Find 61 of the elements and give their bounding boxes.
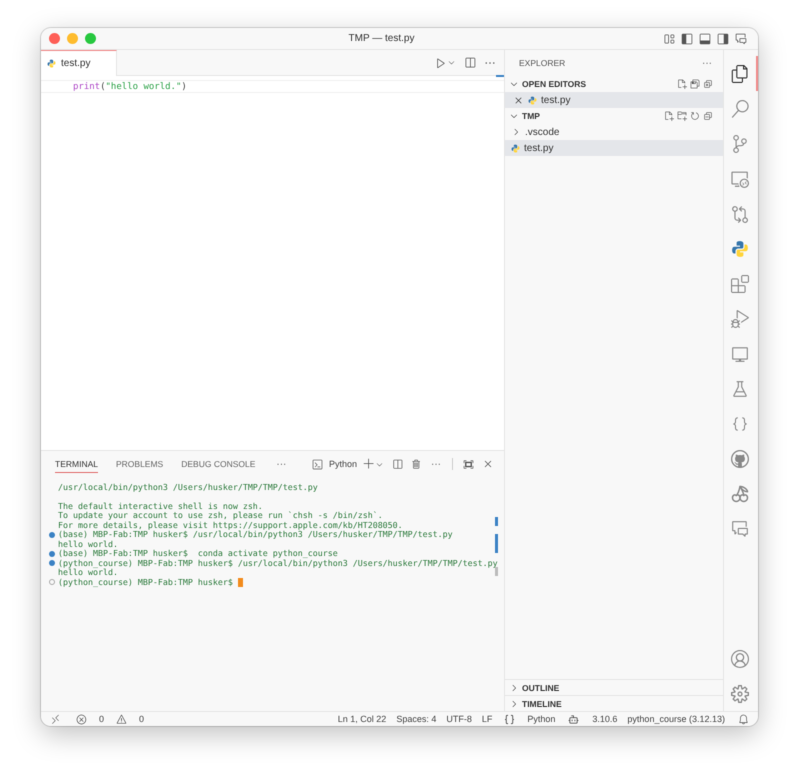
add-icon[interactable] bbox=[363, 458, 375, 470]
close-icon[interactable] bbox=[513, 94, 524, 106]
status-item[interactable]: UTF-8 bbox=[446, 714, 472, 724]
warning-icon[interactable] bbox=[116, 714, 128, 724]
close-all-icon[interactable] bbox=[703, 79, 713, 89]
more-actions-button[interactable]: ··· bbox=[699, 58, 715, 68]
trash-icon[interactable] bbox=[411, 458, 422, 470]
more-tabs-button[interactable]: ··· bbox=[273, 458, 290, 470]
terminal-line: The default interactive shell is now zsh. bbox=[58, 502, 263, 511]
split-terminal-icon[interactable] bbox=[392, 458, 403, 470]
file-tree-item[interactable]: .vscode bbox=[505, 124, 723, 140]
collapse-all-icon[interactable] bbox=[703, 111, 713, 121]
new-file-icon[interactable] bbox=[664, 111, 674, 121]
python-file-icon bbox=[528, 96, 537, 104]
status-item[interactable]: LF bbox=[482, 714, 492, 724]
terminal-line: (base) MBP-Fab:TMP husker$ conda activate python_course bbox=[58, 549, 338, 558]
terminal-line: hello world. bbox=[58, 568, 118, 578]
language-mode[interactable]: Python bbox=[527, 714, 556, 724]
code-line: print("hello world.") bbox=[41, 80, 504, 93]
ruler-mark bbox=[496, 75, 504, 77]
section-header[interactable]: OPEN EDITORS bbox=[505, 76, 723, 92]
python-environment[interactable]: python_course (3.12.13) bbox=[627, 714, 725, 724]
python-file-icon bbox=[511, 144, 520, 152]
braces-icon[interactable] bbox=[504, 714, 516, 724]
file-tree-item[interactable]: test.py bbox=[505, 140, 723, 156]
warning-count[interactable]: 0 bbox=[139, 714, 144, 724]
maximize-icon[interactable] bbox=[463, 458, 474, 470]
refresh-icon[interactable] bbox=[690, 111, 700, 121]
editor-tab[interactable]: test.py bbox=[41, 50, 118, 76]
panel-tab[interactable]: TERMINAL bbox=[55, 455, 98, 473]
error-icon[interactable] bbox=[76, 714, 87, 724]
status-item[interactable]: Spaces: 4 bbox=[396, 714, 436, 724]
command-status-icon[interactable] bbox=[49, 532, 55, 538]
close-icon[interactable] bbox=[482, 458, 494, 470]
run-icon[interactable] bbox=[435, 56, 447, 68]
section-header[interactable]: OUTLINE bbox=[505, 679, 723, 695]
panel-tab[interactable]: PROBLEMS bbox=[116, 455, 164, 473]
terminal-line: To update your account to use zsh, please run `chsh -s /bin/zsh`. bbox=[58, 511, 383, 520]
python-version[interactable]: 3.10.6 bbox=[592, 714, 618, 724]
terminal-icon[interactable] bbox=[312, 458, 323, 470]
terminal-line: hello world. bbox=[58, 540, 118, 549]
terminal-profile[interactable]: Python bbox=[328, 459, 357, 469]
window-title: TMP — test.py bbox=[348, 33, 416, 44]
split-editor-icon[interactable] bbox=[464, 56, 476, 68]
file-tree-item[interactable]: test.py bbox=[505, 92, 723, 108]
section-header[interactable]: TMP bbox=[505, 108, 723, 124]
new-file-icon[interactable] bbox=[677, 79, 687, 89]
more-actions-button[interactable]: ··· bbox=[428, 458, 444, 470]
panel-tab[interactable]: DEBUG CONSOLE bbox=[181, 455, 256, 473]
terminal-line: (base) MBP-Fab:TMP husker$ /usr/local/bin/python3 /Users/husker/TMP/TMP/test.py bbox=[58, 530, 453, 540]
error-count[interactable]: 0 bbox=[99, 714, 104, 724]
python-file-icon bbox=[47, 59, 56, 68]
terminal-line: (python_course) MBP-Fab:TMP husker$ bbox=[58, 578, 234, 587]
terminal-line: /usr/local/bin/python3 /Users/husker/TMP/TMP/test.py bbox=[58, 483, 318, 492]
terminal-line: For more details, please visit https://support.apple.com/kb/HT208050. bbox=[58, 520, 403, 530]
sidebar-title: EXPLORER bbox=[519, 58, 566, 68]
save-all-icon[interactable] bbox=[690, 79, 700, 89]
close-window-button[interactable] bbox=[49, 33, 60, 44]
terminal-line: (python_course) MBP-Fab:TMP husker$ /usr/local/bin/python3 /Users/husker/TMP/TMP/test.py bbox=[58, 558, 498, 568]
new-folder-icon[interactable] bbox=[677, 111, 687, 121]
status-item[interactable]: Ln 1, Col 22 bbox=[338, 714, 386, 724]
